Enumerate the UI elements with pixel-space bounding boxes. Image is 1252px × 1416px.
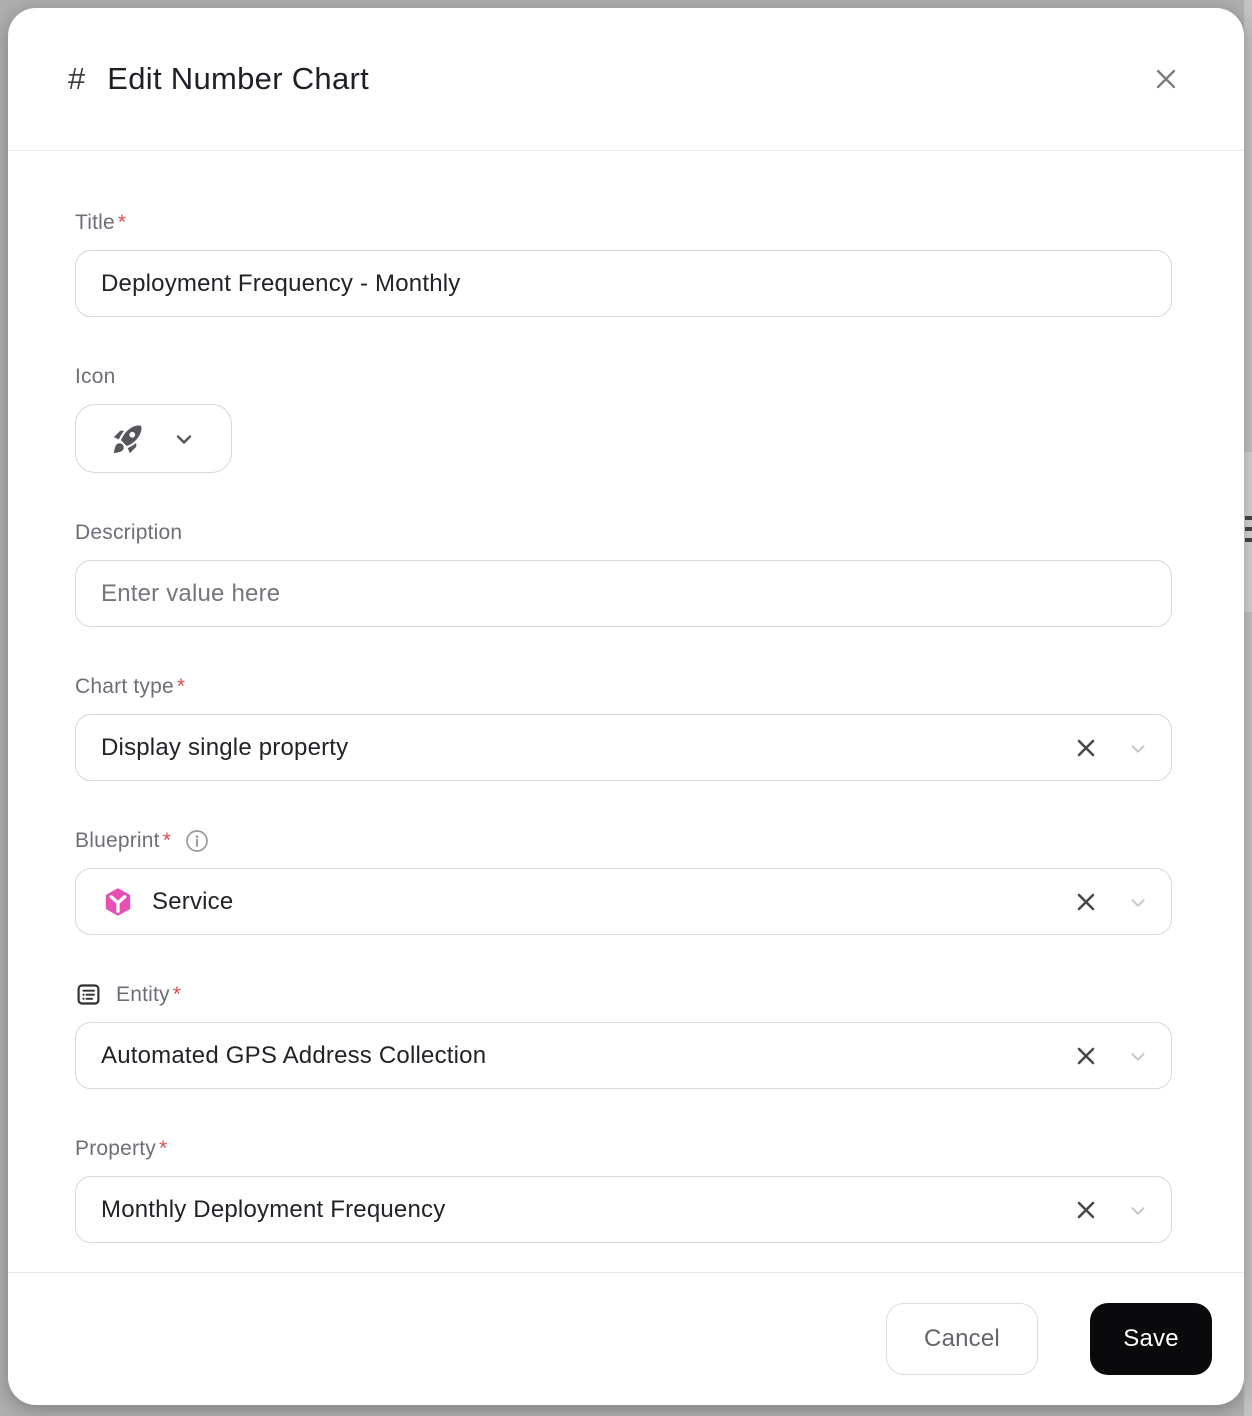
property-value: Monthly Deployment Frequency <box>101 1196 1075 1224</box>
chevron-down-icon[interactable] <box>1127 1045 1149 1067</box>
cancel-button[interactable]: Cancel <box>886 1303 1038 1375</box>
dialog-header: # Edit Number Chart <box>8 8 1244 151</box>
chart-type-label: Chart type <box>75 675 174 699</box>
field-icon: Icon <box>75 363 1172 473</box>
entity-label: Entity <box>116 983 170 1007</box>
field-blueprint: Blueprint* Service <box>75 827 1172 935</box>
background-artifact-dash <box>1245 538 1252 542</box>
icon-picker-dropdown[interactable] <box>75 404 232 473</box>
description-label-row: Description <box>75 519 1172 546</box>
property-label-row: Property* <box>75 1135 1172 1162</box>
clear-x-icon[interactable] <box>1075 891 1097 913</box>
rocket-icon <box>111 422 145 456</box>
description-input[interactable] <box>75 560 1172 627</box>
chart-type-select[interactable]: Display single property <box>75 714 1172 781</box>
cube-icon <box>101 885 135 919</box>
property-select[interactable]: Monthly Deployment Frequency <box>75 1176 1172 1243</box>
dialog-footer: Cancel Save <box>8 1272 1244 1405</box>
chevron-down-icon[interactable] <box>1127 891 1149 913</box>
hash-icon: # <box>68 61 85 97</box>
background-artifact-dash <box>1245 516 1252 520</box>
entity-label-row: Entity* <box>75 981 1172 1008</box>
field-chart-type: Chart type* Display single property <box>75 673 1172 781</box>
clear-x-icon[interactable] <box>1075 1199 1097 1221</box>
edit-number-chart-dialog: # Edit Number Chart Title* Icon <box>8 8 1244 1405</box>
chevron-down-icon[interactable] <box>1127 737 1149 759</box>
blueprint-select[interactable]: Service <box>75 868 1172 935</box>
required-marker: * <box>159 1137 167 1161</box>
required-marker: * <box>177 675 185 699</box>
background-artifact-dash <box>1245 527 1252 531</box>
blueprint-label: Blueprint <box>75 829 160 853</box>
field-title: Title* <box>75 209 1172 317</box>
background-artifact-strip <box>1244 0 1252 1416</box>
blueprint-label-row: Blueprint* <box>75 827 1172 854</box>
chart-type-value: Display single property <box>101 734 1075 762</box>
title-label: Title <box>75 211 115 235</box>
close-button[interactable] <box>1144 57 1188 101</box>
clear-x-icon[interactable] <box>1075 737 1097 759</box>
property-label: Property <box>75 1137 156 1161</box>
chevron-down-icon <box>172 427 196 451</box>
entity-select[interactable]: Automated GPS Address Collection <box>75 1022 1172 1089</box>
dialog-title: Edit Number Chart <box>107 61 369 97</box>
title-input[interactable] <box>75 250 1172 317</box>
title-label-row: Title* <box>75 209 1172 236</box>
field-description: Description <box>75 519 1172 627</box>
chart-type-label-row: Chart type* <box>75 673 1172 700</box>
field-property: Property* Monthly Deployment Frequency <box>75 1135 1172 1243</box>
required-marker: * <box>163 829 171 853</box>
required-marker: * <box>118 211 126 235</box>
field-entity: Entity* Automated GPS Address Collection <box>75 981 1172 1089</box>
description-label: Description <box>75 521 182 545</box>
icon-label: Icon <box>75 365 116 389</box>
blueprint-value: Service <box>152 888 1075 916</box>
background-artifact-light <box>1244 452 1252 612</box>
dialog-header-left: # Edit Number Chart <box>68 61 369 97</box>
save-button[interactable]: Save <box>1090 1303 1212 1375</box>
dialog-body: Title* Icon Descripti <box>8 151 1244 1272</box>
required-marker: * <box>173 983 181 1007</box>
clear-x-icon[interactable] <box>1075 1045 1097 1067</box>
entity-value: Automated GPS Address Collection <box>101 1042 1075 1070</box>
close-icon <box>1152 65 1180 93</box>
list-icon <box>75 981 102 1008</box>
icon-label-row: Icon <box>75 363 1172 390</box>
chevron-down-icon[interactable] <box>1127 1199 1149 1221</box>
info-icon[interactable] <box>185 829 209 853</box>
